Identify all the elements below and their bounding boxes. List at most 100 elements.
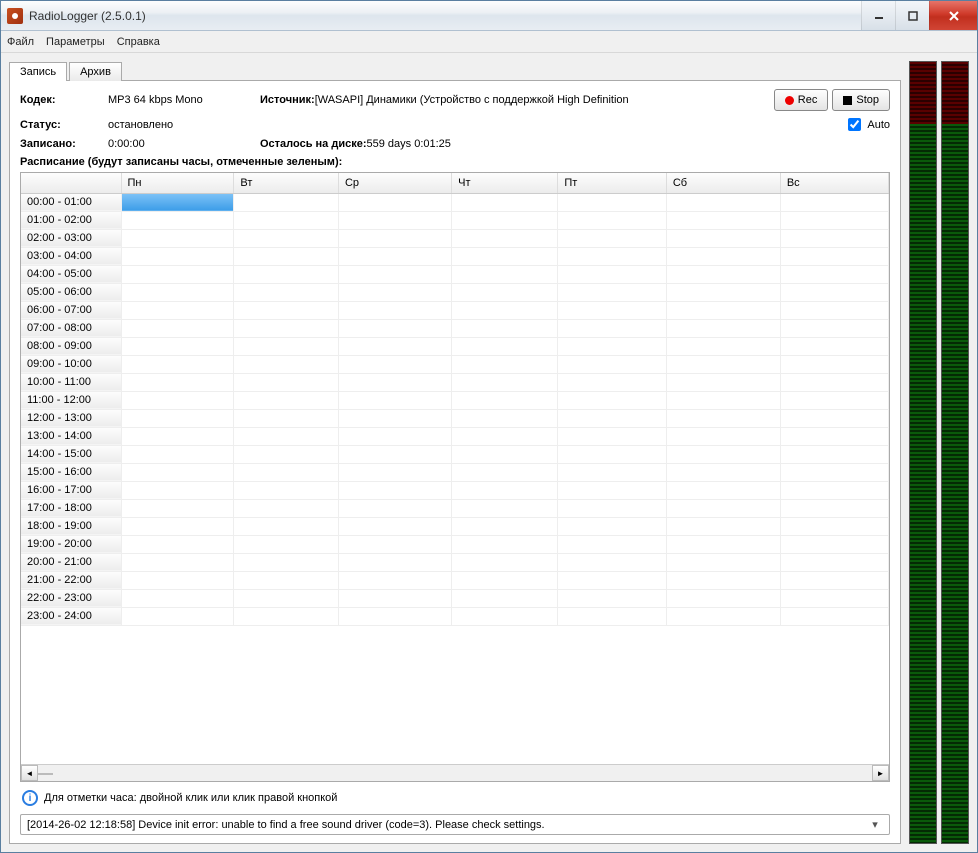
day-header[interactable]: Пт: [558, 173, 667, 193]
schedule-cell[interactable]: [666, 391, 780, 409]
horizontal-scrollbar[interactable]: ◄ ►: [21, 764, 889, 781]
schedule-cell[interactable]: [666, 463, 780, 481]
schedule-cell[interactable]: [121, 571, 234, 589]
hour-cell[interactable]: 19:00 - 20:00: [21, 535, 121, 553]
schedule-cell[interactable]: [338, 427, 451, 445]
hour-cell[interactable]: 23:00 - 24:00: [21, 607, 121, 625]
schedule-cell[interactable]: [558, 229, 667, 247]
schedule-cell[interactable]: [780, 481, 888, 499]
hour-cell[interactable]: 21:00 - 22:00: [21, 571, 121, 589]
schedule-cell[interactable]: [234, 301, 339, 319]
schedule-cell[interactable]: [452, 535, 558, 553]
schedule-cell[interactable]: [666, 607, 780, 625]
schedule-cell[interactable]: [121, 265, 234, 283]
schedule-cell[interactable]: [558, 319, 667, 337]
schedule-cell[interactable]: [338, 553, 451, 571]
schedule-cell[interactable]: [121, 193, 234, 211]
schedule-cell[interactable]: [452, 463, 558, 481]
schedule-cell[interactable]: [121, 229, 234, 247]
hour-cell[interactable]: 17:00 - 18:00: [21, 499, 121, 517]
schedule-cell[interactable]: [666, 481, 780, 499]
schedule-cell[interactable]: [338, 193, 451, 211]
schedule-table[interactable]: ПнВтСрЧтПтСбВс 00:00 - 01:0001:00 - 02:0…: [21, 173, 889, 626]
schedule-cell[interactable]: [338, 517, 451, 535]
schedule-cell[interactable]: [452, 589, 558, 607]
schedule-cell[interactable]: [234, 391, 339, 409]
schedule-cell[interactable]: [780, 535, 888, 553]
hour-cell[interactable]: 04:00 - 05:00: [21, 265, 121, 283]
hour-cell[interactable]: 08:00 - 09:00: [21, 337, 121, 355]
hour-cell[interactable]: 12:00 - 13:00: [21, 409, 121, 427]
schedule-cell[interactable]: [558, 391, 667, 409]
close-button[interactable]: [929, 1, 977, 30]
schedule-cell[interactable]: [121, 391, 234, 409]
schedule-cell[interactable]: [234, 409, 339, 427]
schedule-cell[interactable]: [780, 589, 888, 607]
day-header[interactable]: Вс: [780, 173, 888, 193]
day-header[interactable]: Пн: [121, 173, 234, 193]
hour-cell[interactable]: 14:00 - 15:00: [21, 445, 121, 463]
schedule-cell[interactable]: [121, 355, 234, 373]
schedule-cell[interactable]: [780, 247, 888, 265]
schedule-cell[interactable]: [338, 301, 451, 319]
schedule-cell[interactable]: [666, 499, 780, 517]
hour-cell[interactable]: 01:00 - 02:00: [21, 211, 121, 229]
schedule-cell[interactable]: [234, 553, 339, 571]
schedule-cell[interactable]: [452, 247, 558, 265]
day-header[interactable]: Чт: [452, 173, 558, 193]
rec-button[interactable]: Rec: [774, 89, 829, 111]
schedule-cell[interactable]: [780, 301, 888, 319]
schedule-cell[interactable]: [558, 301, 667, 319]
schedule-cell[interactable]: [338, 391, 451, 409]
schedule-cell[interactable]: [234, 355, 339, 373]
schedule-cell[interactable]: [780, 517, 888, 535]
hour-cell[interactable]: 09:00 - 10:00: [21, 355, 121, 373]
schedule-cell[interactable]: [234, 193, 339, 211]
schedule-cell[interactable]: [558, 463, 667, 481]
schedule-cell[interactable]: [780, 319, 888, 337]
hour-cell[interactable]: 18:00 - 19:00: [21, 517, 121, 535]
schedule-cell[interactable]: [338, 409, 451, 427]
schedule-cell[interactable]: [666, 355, 780, 373]
schedule-cell[interactable]: [234, 211, 339, 229]
schedule-cell[interactable]: [666, 337, 780, 355]
schedule-cell[interactable]: [338, 589, 451, 607]
maximize-button[interactable]: [895, 1, 929, 30]
menu-params[interactable]: Параметры: [46, 36, 105, 48]
hour-cell[interactable]: 03:00 - 04:00: [21, 247, 121, 265]
schedule-cell[interactable]: [121, 211, 234, 229]
schedule-cell[interactable]: [338, 283, 451, 301]
schedule-cell[interactable]: [780, 355, 888, 373]
schedule-cell[interactable]: [234, 445, 339, 463]
schedule-cell[interactable]: [666, 229, 780, 247]
schedule-cell[interactable]: [452, 517, 558, 535]
schedule-cell[interactable]: [452, 445, 558, 463]
schedule-cell[interactable]: [780, 409, 888, 427]
schedule-cell[interactable]: [558, 481, 667, 499]
schedule-cell[interactable]: [558, 355, 667, 373]
schedule-cell[interactable]: [666, 283, 780, 301]
schedule-cell[interactable]: [666, 535, 780, 553]
schedule-cell[interactable]: [338, 247, 451, 265]
schedule-cell[interactable]: [234, 607, 339, 625]
schedule-cell[interactable]: [121, 535, 234, 553]
scroll-right-icon[interactable]: ►: [872, 765, 889, 781]
schedule-cell[interactable]: [452, 571, 558, 589]
schedule-cell[interactable]: [338, 373, 451, 391]
schedule-cell[interactable]: [338, 571, 451, 589]
schedule-cell[interactable]: [780, 337, 888, 355]
schedule-cell[interactable]: [338, 265, 451, 283]
schedule-cell[interactable]: [666, 427, 780, 445]
log-dropdown[interactable]: [2014-26-02 12:18:58] Device init error:…: [20, 814, 890, 835]
schedule-cell[interactable]: [338, 499, 451, 517]
schedule-cell[interactable]: [452, 337, 558, 355]
schedule-cell[interactable]: [121, 409, 234, 427]
schedule-cell[interactable]: [452, 229, 558, 247]
schedule-cell[interactable]: [558, 571, 667, 589]
schedule-cell[interactable]: [558, 607, 667, 625]
schedule-cell[interactable]: [234, 499, 339, 517]
schedule-cell[interactable]: [558, 211, 667, 229]
schedule-cell[interactable]: [234, 265, 339, 283]
schedule-cell[interactable]: [234, 283, 339, 301]
auto-checkbox[interactable]: [848, 118, 861, 131]
